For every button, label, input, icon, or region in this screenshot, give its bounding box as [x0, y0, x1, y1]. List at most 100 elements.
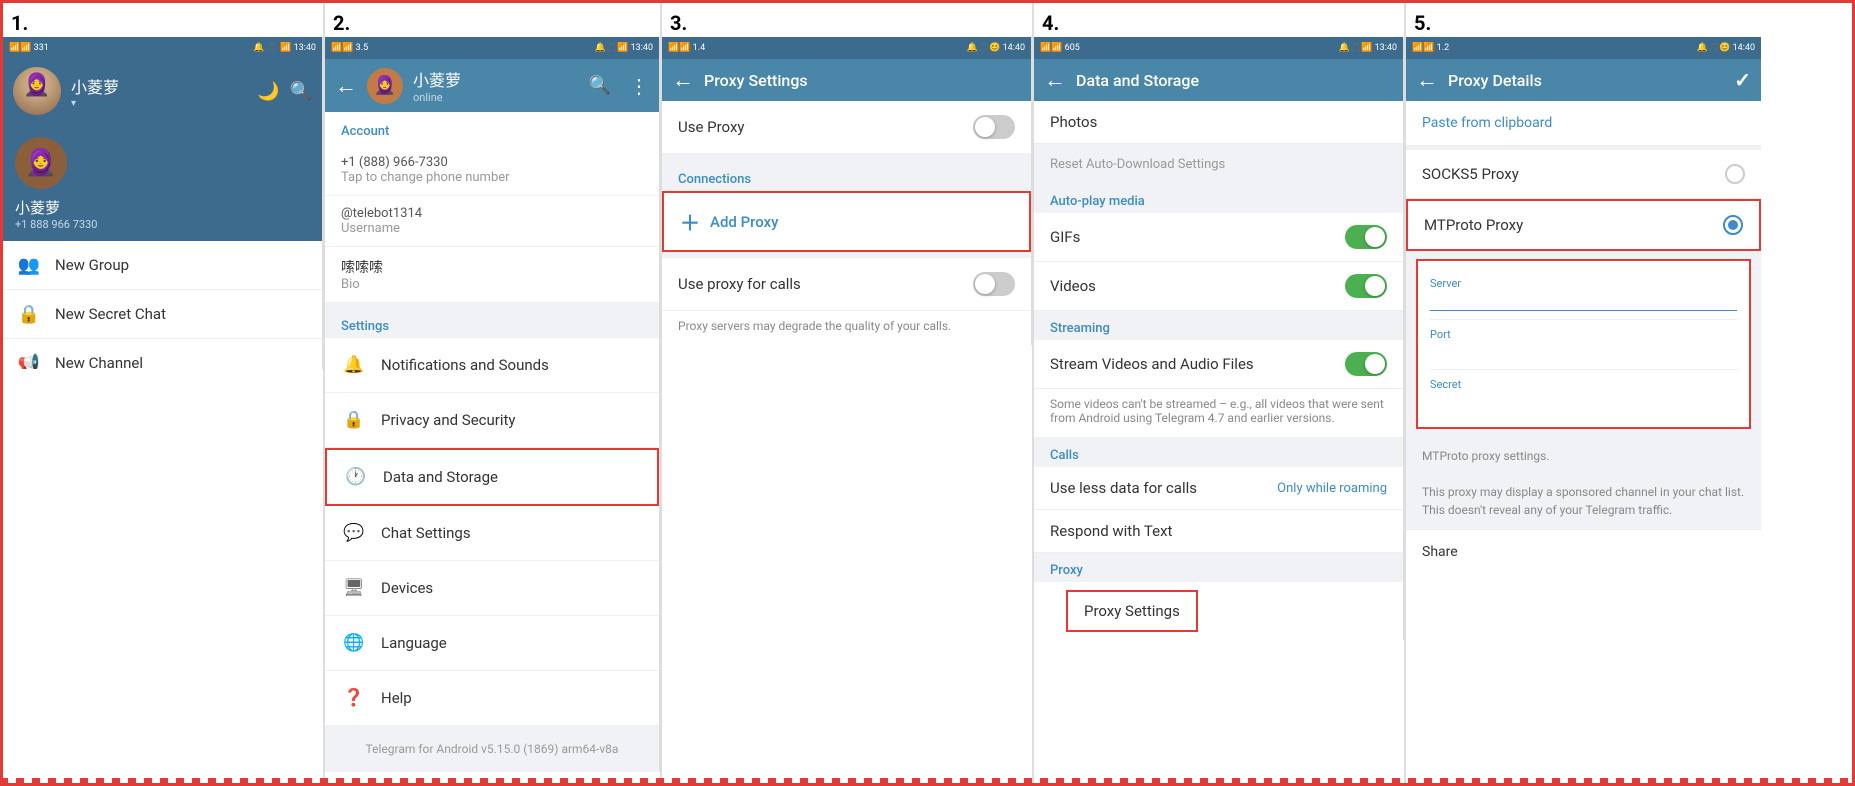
settings-item-devices[interactable]: 🖥 Devices [325, 561, 659, 616]
settings-item-help[interactable]: ❓ Help [325, 671, 659, 726]
header-info-5: Proxy Details [1448, 71, 1724, 90]
add-proxy-button[interactable]: ＋ Add Proxy [662, 191, 1031, 252]
bio-label: Bio [341, 277, 643, 292]
proxy-settings-label: Proxy Settings [1084, 602, 1180, 620]
use-proxy-calls-toggle[interactable] [973, 272, 1015, 296]
panel-4: 📶📶 605 🔔🎵📶 13:40 ← Data and Storage Phot… [1034, 37, 1404, 640]
search-icon-1[interactable]: 🔍 [290, 81, 312, 102]
dropdown-icon-1: ▾ [71, 98, 76, 109]
panel-2-wrapper: 2. 📶📶 3.5 🔔🎵📶 13:40 ← 🧕 小菱萝 online 🔍 ⋮ A… [325, 3, 662, 783]
settings-footer: Telegram for Android v5.15.0 (1869) arm6… [325, 726, 659, 772]
add-proxy-label: Add Proxy [710, 213, 779, 231]
share-row[interactable]: Share [1406, 529, 1761, 574]
gifs-row: GIFs [1034, 213, 1403, 262]
check-icon[interactable]: ✓ [1734, 68, 1751, 92]
socks5-row[interactable]: SOCKS5 Proxy [1406, 150, 1761, 199]
header-avatar-2: 🧕 [367, 68, 403, 104]
streaming-note: Some videos can't be streamed – e.g., al… [1034, 389, 1403, 438]
header-info-4: Data and Storage [1076, 71, 1393, 90]
bio-field[interactable]: 嗦嗦嗦 Bio [325, 247, 659, 303]
menu-item-new-group-label: New Group [55, 256, 129, 274]
use-proxy-calls-label: Use proxy for calls [678, 275, 801, 293]
help-label: Help [381, 689, 412, 707]
menu-item-new-channel[interactable]: 📢 New Channel [3, 339, 322, 369]
back-btn-3[interactable]: ← [672, 67, 694, 93]
username-field[interactable]: @telebot1314 Username [325, 196, 659, 247]
menu-item-new-group[interactable]: 👥 New Group [3, 241, 322, 290]
videos-toggle[interactable] [1345, 274, 1387, 298]
photos-row[interactable]: Photos [1034, 101, 1403, 144]
language-icon: 🌐 [341, 630, 367, 656]
signal-2: 📶📶 3.5 [331, 43, 368, 53]
mtproto-row[interactable]: MTProto Proxy [1406, 199, 1761, 251]
server-input[interactable] [1430, 291, 1737, 311]
panel-5: 📶📶 1.2 🔔🎵😊 14:40 ← Proxy Details ✓ Paste… [1406, 37, 1761, 574]
menu-icon-2[interactable]: ⋮ [629, 74, 649, 98]
avatar-1: 🧕 [13, 67, 61, 115]
chat-label: Chat Settings [381, 524, 471, 542]
side-menu-header: 🧕 小菱萝 +1 888 966 7330 [3, 123, 322, 241]
proxy-settings-title: Proxy Settings [704, 71, 1021, 90]
respond-label: Respond with Text [1050, 522, 1172, 540]
side-menu-avatar: 🧕 [15, 137, 67, 189]
status-bar-5: 📶📶 1.2 🔔🎵😊 14:40 [1406, 37, 1761, 59]
use-proxy-label: Use Proxy [678, 118, 744, 136]
reset-row[interactable]: Reset Auto-Download Settings [1034, 144, 1403, 184]
less-data-row[interactable]: Use less data for calls Only while roami… [1034, 467, 1403, 510]
videos-row: Videos [1034, 262, 1403, 311]
moon-icon-1[interactable]: 🌙 [257, 81, 279, 102]
proxy-settings-button[interactable]: Proxy Settings [1066, 590, 1198, 632]
time-5: 🔔🎵😊 14:40 [1697, 43, 1755, 53]
back-btn-5[interactable]: ← [1416, 67, 1438, 93]
paste-clipboard-btn[interactable]: Paste from clipboard [1406, 101, 1761, 146]
back-btn-4[interactable]: ← [1044, 67, 1066, 93]
status-bar-2: 📶📶 3.5 🔔🎵📶 13:40 [325, 37, 659, 59]
photos-label: Photos [1050, 113, 1097, 131]
privacy-label: Privacy and Security [381, 411, 516, 429]
devices-label: Devices [381, 579, 433, 597]
panel-3-wrapper: 3. 📶📶 1.4 🔔🎵😊 14:40 ← Proxy Settings Use… [662, 3, 1034, 783]
settings-item-data[interactable]: 🕐 Data and Storage [325, 448, 659, 506]
step-2-label: 2. [325, 3, 660, 37]
header-info-1: 小菱萝 ▾ [71, 74, 247, 109]
time-4: 🔔🎵📶 13:40 [1339, 43, 1397, 53]
socks5-radio[interactable] [1725, 164, 1745, 184]
header-sub-1: ▾ [71, 98, 247, 109]
step-4-label: 4. [1034, 3, 1404, 37]
less-data-label: Use less data for calls [1050, 479, 1197, 497]
settings-section-2: Settings 🔔 Notifications and Sounds 🔒 Pr… [325, 309, 659, 726]
tg-header-3: ← Proxy Settings [662, 59, 1031, 101]
secret-input[interactable] [1430, 391, 1737, 411]
new-channel-icon: 📢 [17, 351, 41, 369]
port-input[interactable] [1430, 341, 1737, 361]
menu-item-new-secret[interactable]: 🔒 New Secret Chat [3, 290, 322, 339]
new-group-icon: 👥 [17, 253, 41, 277]
back-btn-2[interactable]: ← [335, 73, 357, 99]
settings-item-chat[interactable]: 💬 Chat Settings [325, 506, 659, 561]
respond-row[interactable]: Respond with Text [1034, 510, 1403, 553]
mtproto-radio[interactable] [1723, 215, 1743, 235]
phone-field[interactable]: +1 (888) 966-7330 Tap to change phone nu… [325, 145, 659, 196]
panel-5-wrapper: 5. 📶📶 1.2 🔔🎵😊 14:40 ← Proxy Details ✓ Pa… [1406, 3, 1761, 783]
less-data-value: Only while roaming [1277, 481, 1387, 496]
username-label: Username [341, 221, 643, 236]
proxy-info-text: MTProto proxy settings. This proxy may d… [1406, 437, 1761, 529]
proxy-details-body: Paste from clipboard SOCKS5 Proxy MTProt… [1406, 101, 1761, 574]
menu-item-new-channel-label: New Channel [55, 354, 143, 369]
secret-field[interactable]: Secret [1430, 370, 1737, 419]
step-3-label: 3. [662, 3, 1032, 37]
port-field[interactable]: Port [1430, 320, 1737, 370]
proxy-details-title: Proxy Details [1448, 71, 1724, 90]
settings-item-notifications[interactable]: 🔔 Notifications and Sounds [325, 338, 659, 393]
server-field[interactable]: Server [1430, 269, 1737, 320]
search-icon-2[interactable]: 🔍 [589, 75, 611, 96]
stream-toggle[interactable] [1345, 352, 1387, 376]
signal-4: 📶📶 605 [1040, 43, 1080, 53]
settings-item-privacy[interactable]: 🔒 Privacy and Security [325, 393, 659, 448]
gifs-toggle[interactable] [1345, 225, 1387, 249]
header-name-1: 小菱萝 [71, 74, 247, 98]
data-label: Data and Storage [383, 468, 498, 486]
use-proxy-toggle[interactable] [973, 115, 1015, 139]
header-info-2: 小菱萝 online [413, 67, 579, 104]
settings-item-language[interactable]: 🌐 Language [325, 616, 659, 671]
